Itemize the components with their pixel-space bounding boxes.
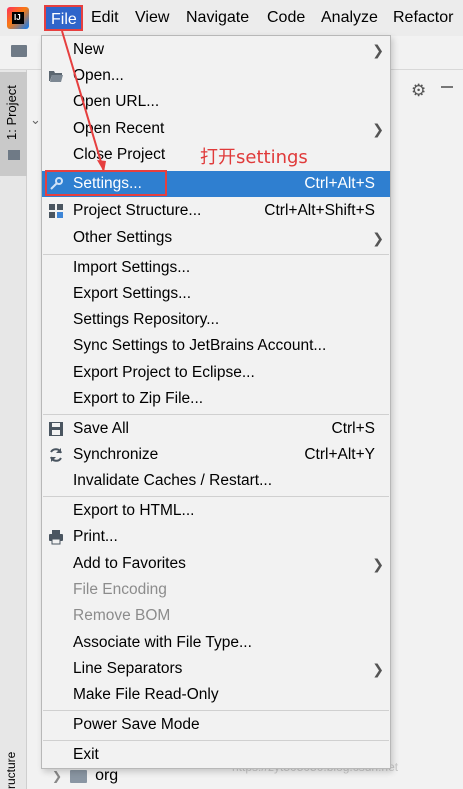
menu-item-label: Export Settings... [73,285,192,302]
menu-item-remove-bom: Remove BOM [42,603,390,629]
menu-item-label: Print... [73,528,118,545]
submenu-arrow-icon: ❯ [372,661,384,677]
project-tab-folder-icon [8,150,20,160]
menu-item-label: File Encoding [73,581,167,598]
menu-item-label: Import Settings... [73,259,191,276]
menu-item-label: Associate with File Type... [73,634,252,651]
menu-item-shortcut: Ctrl+Alt+Shift+S [264,202,375,219]
menu-item-label: Add to Favorites [73,555,186,572]
menu-item-label: Make File Read-Only [73,686,219,703]
project-tool-tab-label: 1: Project [4,85,19,140]
submenu-arrow-icon: ❯ [372,121,384,137]
menu-item-label: Open... [73,67,124,84]
menu-file[interactable]: File [44,5,83,31]
project-folder-icon [11,45,27,57]
menu-item-label: Export to HTML... [73,502,195,519]
left-tool-strip [0,70,27,789]
menu-item-line-separators[interactable]: Line Separators ❯ [42,656,390,682]
menu-item-shortcut: Ctrl+Alt+S [304,175,375,192]
menu-item-associate-file-type[interactable]: Associate with File Type... [42,630,390,656]
menu-item-make-read-only[interactable]: Make File Read-Only [42,682,390,708]
tree-item[interactable]: ❯ org [52,767,118,785]
chevron-right-icon[interactable]: ❯ [52,769,62,783]
menu-item-label: Sync Settings to JetBrains Account... [73,337,327,354]
submenu-arrow-icon: ❯ [372,230,384,246]
menu-item-print[interactable]: Print... [42,524,390,550]
menu-item-sync-settings[interactable]: Sync Settings to JetBrains Account... [42,333,390,359]
menu-item-project-structure[interactable]: Project Structure... Ctrl+Alt+Shift+S [42,198,390,224]
menu-analyze[interactable]: Analyze [321,8,378,28]
menu-item-label: Other Settings [73,229,173,246]
printer-icon [49,530,63,545]
menu-item-label: Line Separators [73,660,183,677]
menu-item-export-zip[interactable]: Export to Zip File... [42,386,390,412]
menu-item-label: Export to Zip File... [73,390,204,407]
menu-item-other-settings[interactable]: Other Settings ❯ [42,225,390,251]
settings-highlight-box [45,170,167,196]
menu-item-label: Power Save Mode [73,716,200,733]
menu-item-label: Invalidate Caches / Restart... [73,472,273,489]
menu-item-settings-repository[interactable]: Settings Repository... [42,307,390,333]
menu-item-power-save[interactable]: Power Save Mode [42,712,390,738]
menu-item-export-settings[interactable]: Export Settings... [42,281,390,307]
menu-item-import-settings[interactable]: Import Settings... [42,255,390,281]
menu-view[interactable]: View [135,8,169,28]
menu-separator [43,414,389,415]
intellij-logo-icon: IJ [7,7,29,29]
menu-item-save-all[interactable]: Save All Ctrl+S [42,416,390,442]
menu-refactor[interactable]: Refactor [393,8,453,28]
menu-item-file-encoding: File Encoding [42,577,390,603]
structure-tool-tab-label[interactable]: ructure [4,752,18,789]
menu-edit[interactable]: Edit [91,8,119,28]
menu-item-label: Remove BOM [73,607,171,624]
menu-bar: IJ File Edit View Navigate Code Analyze … [0,0,463,36]
menu-item-label: New [73,41,105,58]
menu-separator [43,496,389,497]
menu-item-open-recent[interactable]: Open Recent ❯ [42,116,390,142]
annotation-note: 打开settings [200,147,308,168]
menu-item-label: Save All [73,420,130,437]
tree-item-label: org [95,767,119,784]
menu-navigate[interactable]: Navigate [186,8,249,28]
menu-item-label: Close Project [73,146,166,163]
menu-item-label: Exit [73,746,99,763]
submenu-arrow-icon: ❯ [372,556,384,572]
hide-panel-icon[interactable] [441,86,453,88]
menu-item-export-html[interactable]: Export to HTML... [42,498,390,524]
menu-item-open[interactable]: Open... [42,63,390,89]
folder-icon [70,769,88,783]
menu-item-shortcut: Ctrl+Alt+Y [304,446,375,463]
menu-item-invalidate-caches[interactable]: Invalidate Caches / Restart... [42,468,390,494]
menu-item-export-eclipse[interactable]: Export Project to Eclipse... [42,360,390,386]
sync-icon [50,448,62,462]
menu-item-open-url[interactable]: Open URL... [42,89,390,115]
menu-separator [43,710,389,711]
menu-item-label: Open Recent [73,120,165,137]
project-structure-icon [49,204,63,218]
menu-item-label: Project Structure... [73,202,202,219]
menu-item-label: Synchronize [73,446,159,463]
gear-icon[interactable]: ⚙ [411,81,426,101]
menu-item-label: Export Project to Eclipse... [73,364,255,381]
menu-item-label: Open URL... [73,93,160,110]
chevron-down-icon[interactable]: ⌄ [30,112,41,128]
menu-item-add-favorites[interactable]: Add to Favorites ❯ [42,551,390,577]
open-folder-icon [49,71,63,82]
menu-item-new[interactable]: New ❯ [42,37,390,63]
menu-code[interactable]: Code [267,8,305,28]
menu-separator [43,740,389,741]
menu-item-label: Settings Repository... [73,311,220,328]
menu-item-synchronize[interactable]: Synchronize Ctrl+Alt+Y [42,442,390,468]
save-icon [49,422,63,436]
menu-item-shortcut: Ctrl+S [331,420,376,437]
submenu-arrow-icon: ❯ [372,42,384,58]
menu-item-exit[interactable]: Exit [42,742,390,768]
